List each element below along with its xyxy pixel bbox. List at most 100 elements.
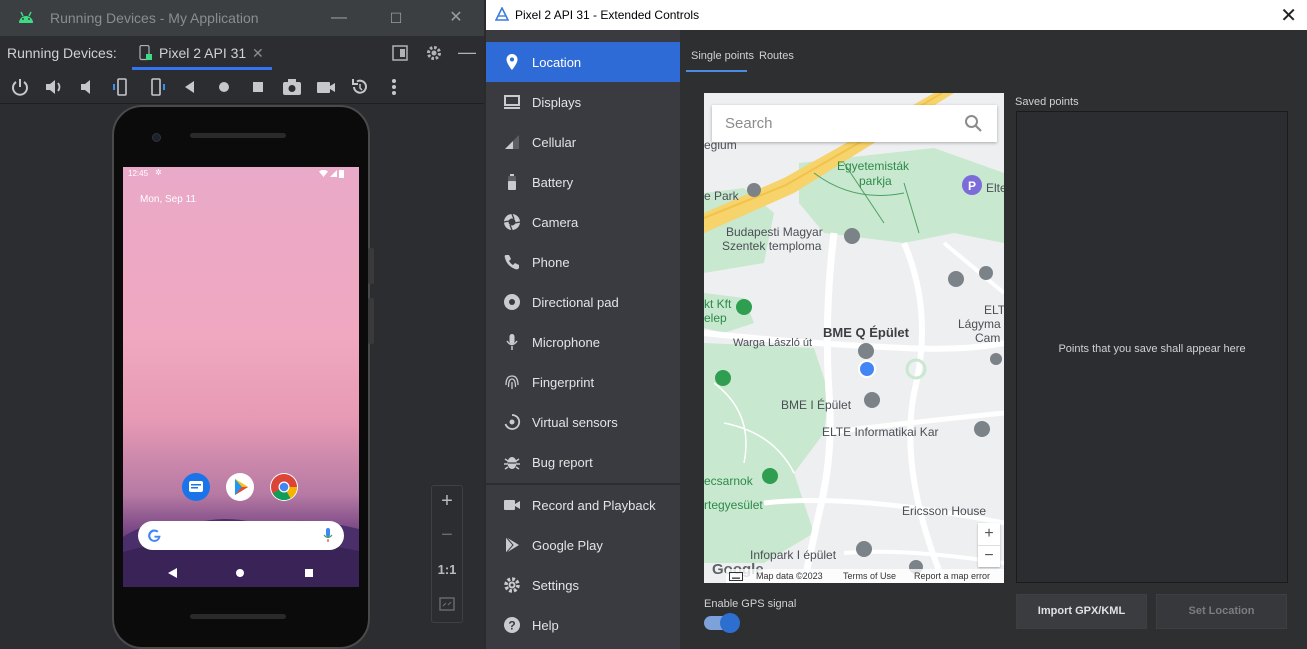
microphone-icon[interactable] [323, 528, 333, 543]
hide-panel-icon[interactable]: — [458, 42, 476, 63]
status-time: 12:45 [128, 169, 149, 178]
sidebar-item-google-play[interactable]: Google Play [486, 525, 680, 565]
extended-controls-title: Pixel 2 API 31 - Extended Controls [515, 8, 700, 22]
device-tab-bar: Running Devices: Pixel 2 API 31 ✕ — [0, 36, 484, 70]
home-icon[interactable] [213, 76, 235, 98]
battery-status-icon [339, 170, 344, 178]
more-options-icon[interactable] [383, 76, 405, 98]
map-zoom-controls: + − [978, 523, 1000, 567]
play-store-app-icon[interactable] [226, 473, 254, 501]
import-gpx-kml-button[interactable]: Import GPX/KML [1016, 594, 1147, 629]
nav-home-icon[interactable] [236, 569, 244, 577]
rotate-left-icon[interactable] [111, 76, 133, 98]
snapshot-restore-icon[interactable] [349, 76, 371, 98]
volume-up-icon[interactable] [43, 76, 65, 98]
zoom-out-button[interactable]: − [432, 524, 462, 547]
actual-size-button[interactable]: 1:1 [432, 562, 462, 577]
close-extended-controls-button[interactable]: ✕ [1280, 3, 1297, 28]
sidebar-item-displays[interactable]: Displays [486, 82, 680, 122]
close-window-button[interactable]: ✕ [441, 6, 471, 30]
gear-icon [504, 577, 520, 593]
keyboard-shortcuts-icon[interactable] [729, 572, 743, 581]
search-icon[interactable] [964, 114, 983, 133]
sidebar-item-location[interactable]: Location [486, 42, 680, 82]
sidebar-item-phone[interactable]: Phone [486, 242, 680, 282]
sidebar-item-label: Battery [532, 175, 574, 190]
sidebar-item-directional-pad[interactable]: Directional pad [486, 282, 680, 322]
sidebar-item-record-and-playback[interactable]: Record and Playback [486, 485, 680, 525]
maximize-button[interactable]: ☐ [381, 6, 411, 30]
map-footer: Map data ©2023 Terms of Use Report a map… [726, 569, 1004, 583]
sidebar-item-settings[interactable]: Settings [486, 565, 680, 605]
extended-controls-window: Pixel 2 API 31 - Extended Controls ✕ Loc… [486, 0, 1307, 649]
close-tab-icon[interactable]: ✕ [252, 45, 264, 62]
saved-points-list[interactable]: Points that you save shall appear here [1016, 111, 1288, 583]
report-map-error-link[interactable]: Report a map error [914, 571, 990, 581]
overview-icon[interactable] [247, 76, 269, 98]
map-zoom-out-button[interactable]: − [978, 545, 1000, 567]
tab-pixel-2-api-31[interactable]: Pixel 2 API 31 ✕ [132, 36, 272, 70]
map-label: ELTE [984, 303, 1004, 317]
window-title: Running Devices - My Application [50, 10, 259, 26]
gear-icon[interactable] [425, 44, 443, 62]
sidebar-item-bug-report[interactable]: Bug report [486, 442, 680, 482]
google-search-bar[interactable] [138, 521, 344, 550]
battery-icon [508, 174, 516, 190]
tab-single-points[interactable]: Single points [691, 50, 754, 62]
map-search-input[interactable]: Search [712, 105, 997, 142]
phone-screen[interactable]: 12:45 ✲ Mon, Sep 11 [123, 167, 359, 587]
gps-toggle-knob[interactable] [720, 613, 740, 633]
sidebar-item-help[interactable]: ? Help [486, 605, 680, 645]
svg-text:P: P [968, 179, 976, 193]
layout-icon[interactable] [392, 45, 408, 61]
zoom-in-button[interactable]: + [432, 490, 462, 513]
minimize-button[interactable]: — [324, 6, 354, 30]
messages-app-icon[interactable] [182, 473, 210, 501]
google-play-icon [505, 536, 519, 554]
settings-gear-icon: ✲ [155, 168, 162, 177]
power-icon[interactable] [9, 76, 31, 98]
volume-down-icon[interactable] [77, 76, 99, 98]
fit-screen-button[interactable] [432, 594, 462, 617]
device-toolbar [0, 70, 484, 104]
map-zoom-in-button[interactable]: + [978, 523, 1000, 545]
home-date: Mon, Sep 11 [140, 194, 196, 205]
nav-overview-icon[interactable] [305, 569, 313, 577]
fingerprint-icon [505, 375, 519, 389]
sidebar-item-label: Microphone [532, 335, 600, 350]
dpad-icon [504, 294, 520, 310]
sidebar-item-label: Bug report [532, 455, 593, 470]
terms-of-use-link[interactable]: Terms of Use [843, 571, 896, 581]
bug-icon [504, 457, 520, 470]
phone-power-button[interactable] [368, 248, 374, 284]
rotate-right-icon[interactable] [145, 76, 167, 98]
panel-label: Running Devices: [7, 45, 117, 61]
device-phone-icon [139, 45, 152, 61]
sidebar-item-cellular[interactable]: Cellular [486, 122, 680, 162]
screenshot-camera-icon[interactable] [281, 76, 303, 98]
sidebar-item-microphone[interactable]: Microphone [486, 322, 680, 362]
map-label: Warga László út [733, 337, 813, 349]
display-icon [504, 95, 520, 109]
signal-icon [330, 170, 337, 177]
sidebar-item-battery[interactable]: Battery [486, 162, 680, 202]
emulator-icon [495, 7, 509, 21]
nav-back-icon[interactable] [168, 568, 177, 578]
sidebar-item-virtual-sensors[interactable]: Virtual sensors [486, 402, 680, 442]
location-map[interactable]: P egium Egyetemisták parkja Elte e Park … [704, 93, 1004, 583]
chrome-app-icon[interactable] [270, 473, 298, 501]
saved-points-label: Saved points [1015, 96, 1079, 108]
sidebar-item-label: Google Play [532, 538, 603, 553]
sidebar-item-camera[interactable]: Camera [486, 202, 680, 242]
sidebar-item-label: Help [532, 618, 559, 633]
sidebar-item-fingerprint[interactable]: Fingerprint [486, 362, 680, 402]
sidebar-item-label: Settings [532, 578, 579, 593]
location-panel: Single points Routes P egium Egyetemistá… [680, 30, 1307, 649]
fit-screen-icon [439, 597, 455, 611]
back-icon[interactable] [179, 76, 201, 98]
set-location-button[interactable]: Set Location [1156, 594, 1287, 629]
screen-record-icon[interactable] [315, 76, 337, 98]
extended-controls-sidebar: Location Displays Cellular Battery Camer… [486, 30, 680, 649]
phone-volume-button[interactable] [368, 298, 374, 344]
tab-routes[interactable]: Routes [759, 50, 794, 62]
